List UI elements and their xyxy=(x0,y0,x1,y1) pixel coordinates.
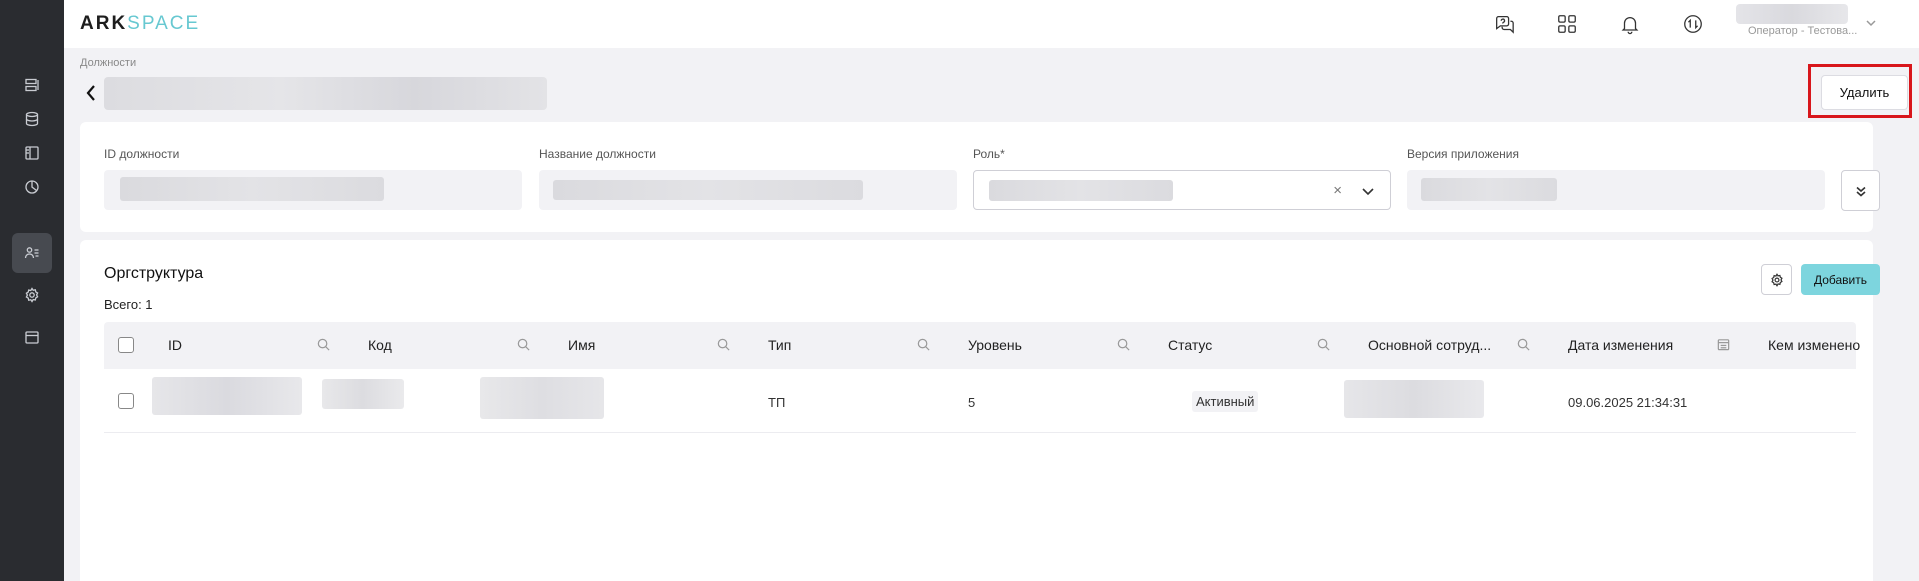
page-title-redacted xyxy=(104,77,547,110)
chevrons-down-icon xyxy=(1855,186,1866,197)
chevron-down-icon xyxy=(1362,188,1374,196)
search-icon[interactable] xyxy=(916,337,932,353)
notifications-bell-icon xyxy=(1621,17,1639,35)
delete-button[interactable]: Удалить xyxy=(1821,75,1908,110)
chart-pie-icon xyxy=(25,180,39,194)
row-checkbox[interactable] xyxy=(118,393,134,409)
top-header: ARKSPACE Оператор - Тестова... xyxy=(64,0,1919,48)
sidebar-item-settings[interactable] xyxy=(12,275,52,315)
search-icon[interactable] xyxy=(1116,337,1132,353)
role-label: Роль* xyxy=(973,147,1005,161)
user-name-redacted[interactable] xyxy=(1736,4,1848,24)
row-level: 5 xyxy=(968,395,976,410)
row-id-redacted xyxy=(152,377,302,415)
users-icon xyxy=(24,247,39,259)
app-version-field[interactable] xyxy=(1407,170,1825,210)
apps-grid-icon xyxy=(1558,15,1576,33)
role-select[interactable]: × xyxy=(973,170,1391,210)
user-menu-toggle[interactable] xyxy=(1864,16,1878,30)
row-name-redacted xyxy=(480,377,604,419)
back-button[interactable] xyxy=(84,84,100,102)
calendar-icon xyxy=(25,331,39,344)
app-version-redacted xyxy=(1421,178,1557,201)
notifications-button[interactable] xyxy=(1618,12,1642,36)
chevron-down-icon xyxy=(1866,20,1876,27)
settings-icon xyxy=(25,287,39,303)
layout-icon xyxy=(25,146,39,160)
position-id-field[interactable] xyxy=(104,170,522,210)
sidebar-item-analytics[interactable] xyxy=(12,167,52,207)
logo-text-ark: ARK xyxy=(80,13,128,34)
clear-icon[interactable]: × xyxy=(1333,182,1342,199)
position-id-redacted xyxy=(120,177,384,201)
expand-form-button[interactable] xyxy=(1841,170,1880,211)
column-id[interactable]: ID xyxy=(168,337,182,353)
orgstructure-panel: Оргструктура Всего: 1 Добавить ID Код Им… xyxy=(80,240,1880,581)
sidebar-item-calendar[interactable] xyxy=(12,317,52,357)
column-modified-by[interactable]: Кем изменено xyxy=(1768,337,1860,353)
table-settings-button[interactable] xyxy=(1761,264,1792,295)
database-icon xyxy=(25,111,39,127)
breadcrumb[interactable]: Должности xyxy=(80,57,136,69)
list-icon xyxy=(25,78,39,92)
row-code-redacted xyxy=(322,379,404,409)
search-icon[interactable] xyxy=(316,337,332,353)
logo-text-space: SPACE xyxy=(127,13,201,34)
row-modified-date: 09.06.2025 21:34:31 xyxy=(1568,395,1688,410)
role-value-redacted xyxy=(989,180,1173,201)
row-type: ТП xyxy=(768,395,786,410)
app-logo[interactable]: ARKSPACE xyxy=(80,13,200,35)
total-count: Всего: 1 xyxy=(104,297,153,312)
position-id-label: ID должности xyxy=(104,147,180,161)
search-icon[interactable] xyxy=(516,337,532,353)
apps-grid-button[interactable] xyxy=(1555,12,1579,36)
search-icon[interactable] xyxy=(1516,337,1532,353)
position-name-field[interactable] xyxy=(539,170,957,210)
search-icon[interactable] xyxy=(1316,337,1332,353)
column-modified-date[interactable]: Дата изменения xyxy=(1568,337,1673,353)
support-chat-button[interactable] xyxy=(1492,12,1516,36)
table-row[interactable]: ТП 5 Активный 09.06.2025 21:34:31 xyxy=(104,369,1856,433)
calendar-icon[interactable] xyxy=(1716,337,1732,353)
column-status[interactable]: Статус xyxy=(1168,337,1212,353)
app-version-label: Версия приложения xyxy=(1407,147,1519,161)
column-main-employee[interactable]: Основной сотруд... xyxy=(1368,337,1491,353)
position-form: ID должности Название должности Роль* × … xyxy=(80,122,1880,232)
user-role: Оператор - Тестова... xyxy=(1748,25,1858,37)
role-dropdown-toggle[interactable] xyxy=(1360,183,1376,199)
row-main-employee-redacted xyxy=(1344,380,1484,418)
column-type[interactable]: Тип xyxy=(768,337,791,353)
support-chat-icon xyxy=(1496,16,1514,34)
add-button[interactable]: Добавить xyxy=(1801,264,1880,295)
column-code[interactable]: Код xyxy=(368,337,392,353)
position-name-label: Название должности xyxy=(539,147,656,161)
table-header: ID Код Имя Тип Уровень Статус Основной с… xyxy=(104,322,1860,369)
sidebar-item-users[interactable] xyxy=(12,233,52,273)
sidebar xyxy=(0,0,64,581)
chevron-left-icon xyxy=(86,85,95,101)
section-title: Оргструктура xyxy=(104,265,204,282)
status-badge: Активный xyxy=(1192,391,1259,412)
search-icon[interactable] xyxy=(716,337,732,353)
gear-icon xyxy=(1770,272,1783,287)
column-level[interactable]: Уровень xyxy=(968,337,1022,353)
exchange-button[interactable] xyxy=(1681,12,1705,36)
select-all-checkbox[interactable] xyxy=(118,337,134,353)
position-name-redacted xyxy=(553,180,863,200)
exchange-icon xyxy=(1684,15,1702,33)
column-name[interactable]: Имя xyxy=(568,337,595,353)
